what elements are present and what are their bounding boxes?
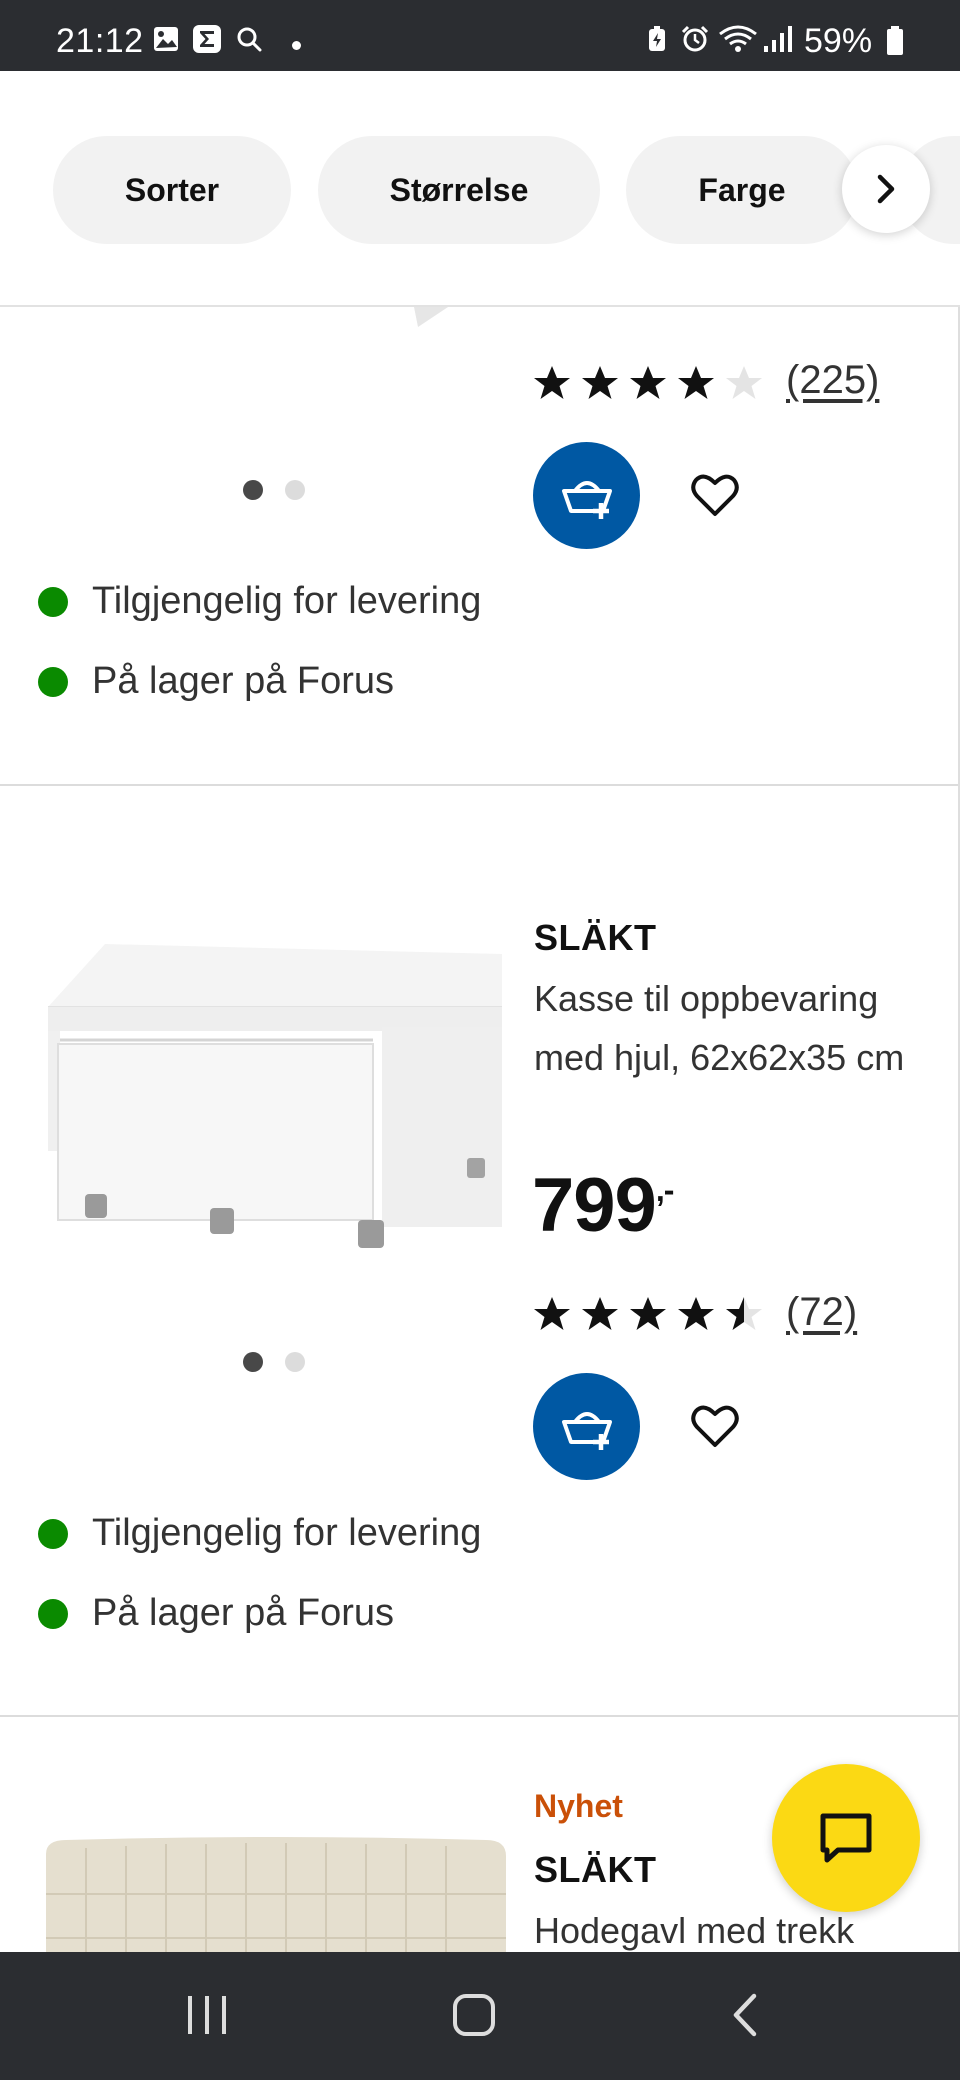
store-availability: På lager på Forus <box>38 1592 394 1635</box>
star-filled-icon <box>534 1297 570 1330</box>
favourite-button[interactable] <box>683 463 747 527</box>
store-availability: På lager på Forus <box>38 660 394 703</box>
availability-status-dot <box>38 1598 68 1629</box>
price-value: 799 <box>532 1163 657 1248</box>
carousel-dot-active[interactable] <box>243 1352 263 1372</box>
carousel-dot[interactable] <box>285 480 305 500</box>
product-brand[interactable]: SLÄKT <box>534 917 657 959</box>
battery-icon <box>887 26 903 55</box>
availability-text: Tilgjengelig for levering <box>92 1512 482 1554</box>
battery-percentage: 59% <box>804 22 873 60</box>
star-filled-icon <box>582 1297 618 1330</box>
image-icon <box>154 27 178 51</box>
availability-text: Tilgjengelig for levering <box>92 580 482 622</box>
product-price: 799,- <box>532 1162 675 1249</box>
system-navigation-bar <box>0 1952 960 2080</box>
star-empty-icon <box>726 366 762 399</box>
status-bar: 21:12 59% <box>0 0 960 71</box>
availability-status-dot <box>38 666 68 697</box>
size-filter-chip[interactable]: Størrelse <box>318 136 600 244</box>
alarm-icon <box>681 25 709 52</box>
add-to-cart-button[interactable] <box>533 442 640 549</box>
card-divider <box>0 1715 958 1717</box>
home-icon[interactable] <box>451 1992 497 2038</box>
battery-saver-icon <box>649 26 665 51</box>
product-description[interactable]: Kasse til oppbevaring med hjul, 62x62x35… <box>534 969 934 1087</box>
star-filled-icon <box>630 366 666 399</box>
product-image-headboard[interactable] <box>46 1834 506 1952</box>
heart-icon <box>691 474 739 516</box>
star-half-icon <box>726 1297 762 1330</box>
wifi-icon <box>719 25 757 52</box>
new-product-badge: Nyhet <box>534 1788 623 1824</box>
search-icon <box>237 27 262 52</box>
status-time: 21:12 <box>56 22 144 60</box>
image-carousel-dots <box>243 480 305 500</box>
product-rating-stars <box>528 362 768 402</box>
star-filled-icon <box>678 1297 714 1330</box>
sigma-app-icon <box>193 25 221 53</box>
review-count-link[interactable]: (72) <box>786 1290 857 1335</box>
star-filled-icon <box>678 366 714 399</box>
product-description[interactable]: Hodegavl med trekk <box>534 1901 934 1952</box>
star-filled-icon <box>534 366 570 399</box>
add-to-basket-icon <box>561 480 612 519</box>
availability-text: På lager på Forus <box>92 1592 395 1634</box>
star-filled-icon <box>582 366 618 399</box>
color-filter-chip[interactable]: Farge <box>626 136 858 244</box>
add-to-cart-button[interactable] <box>533 1373 640 1480</box>
chevron-right-icon <box>877 174 895 204</box>
filter-bar: Sorter Størrelse Farge <box>0 71 960 307</box>
star-filled-icon <box>630 1297 666 1330</box>
price-suffix: ,- <box>655 1172 675 1208</box>
carousel-dot-active[interactable] <box>243 480 263 500</box>
product-image-storage-box[interactable] <box>40 932 510 1252</box>
dot-icon <box>292 41 301 50</box>
carousel-dot[interactable] <box>285 1352 305 1372</box>
availability-status-dot <box>38 586 68 617</box>
sort-filter-chip[interactable]: Sorter <box>53 136 291 244</box>
delivery-availability: Tilgjengelig for levering <box>38 1512 481 1555</box>
availability-status-dot <box>38 1518 68 1549</box>
chat-icon <box>820 1813 872 1863</box>
delivery-availability: Tilgjengelig for levering <box>38 580 481 623</box>
product-list: (225) Tilgjengelig for levering På lager… <box>0 307 960 1952</box>
signal-icon <box>764 26 792 52</box>
review-count-link[interactable]: (225) <box>786 358 879 403</box>
recent-apps-icon[interactable] <box>184 1992 230 2038</box>
product-brand[interactable]: SLÄKT <box>534 1849 657 1891</box>
favourite-button[interactable] <box>683 1394 747 1458</box>
availability-text: På lager på Forus <box>92 660 395 702</box>
product-image-fragment <box>414 307 448 327</box>
image-carousel-dots <box>243 1352 305 1372</box>
product-rating-stars <box>528 1293 768 1333</box>
heart-icon <box>691 1405 739 1447</box>
scroll-filters-next-button[interactable] <box>842 145 930 233</box>
back-icon[interactable] <box>728 1992 764 2038</box>
chat-button[interactable] <box>772 1764 920 1912</box>
card-divider <box>0 784 958 786</box>
add-to-basket-icon <box>561 1411 612 1450</box>
